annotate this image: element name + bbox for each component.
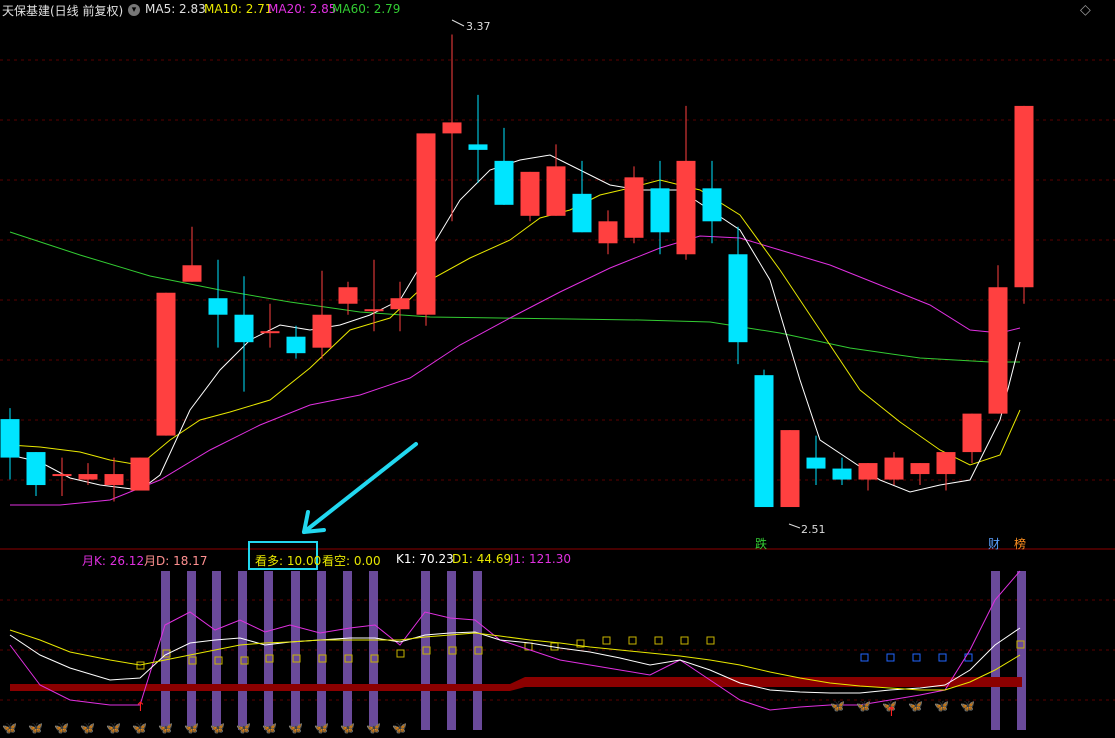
candle-body	[910, 463, 930, 475]
candle-body	[0, 419, 20, 458]
high-price-label: 3.37	[466, 20, 491, 33]
candle-body	[884, 457, 904, 480]
kankong-label: 看空: 0.00	[322, 554, 381, 568]
cai-tag[interactable]: 财	[988, 535, 1000, 552]
candle-body	[988, 287, 1008, 414]
candle-body	[572, 193, 592, 233]
k1-label: K1: 70.23	[396, 552, 454, 566]
blue-squares	[860, 653, 973, 662]
candle-body	[754, 375, 774, 508]
svg-text:🦋: 🦋	[54, 721, 69, 735]
candle-body	[858, 463, 878, 480]
svg-text:🦋: 🦋	[288, 721, 303, 735]
svg-text:🦋: 🦋	[960, 699, 975, 713]
kline-chart[interactable]: 3.37 2.51 🦋 🦋 🦋 🦋 🦋 🦋 🦋 🦋 🦋 🦋 🦋 🦋 🦋 🦋 🦋 …	[0, 0, 1115, 738]
kanduo-label: 看多: 10.00	[255, 554, 322, 568]
candle-body	[26, 452, 46, 486]
candle-body	[702, 188, 722, 222]
candle-body	[104, 474, 124, 486]
candle-body	[806, 457, 826, 469]
svg-text:🦋: 🦋	[28, 721, 43, 735]
svg-text:🦋: 🦋	[2, 721, 17, 735]
svg-text:↑: ↑	[135, 700, 146, 715]
annotation-arrow	[302, 442, 418, 534]
candle-body	[338, 287, 358, 304]
candle-body	[936, 452, 956, 475]
candle-body	[130, 457, 150, 491]
low-pointer	[788, 523, 801, 529]
candle-body	[598, 221, 618, 244]
candle-body	[962, 413, 982, 453]
bang-tag[interactable]: 榜	[1014, 535, 1026, 552]
candle-body	[390, 298, 410, 310]
candle-body	[52, 474, 72, 477]
red-up-arrows: ↑ ↑	[135, 700, 897, 720]
candle-body	[208, 298, 228, 315]
candle-body	[494, 160, 514, 205]
yue-k-label: 月K: 26.12	[82, 554, 145, 568]
candle-body	[780, 430, 800, 508]
candle-body	[234, 314, 254, 343]
svg-text:🦋: 🦋	[392, 721, 407, 735]
butterfly-icons: 🦋 🦋 🦋 🦋 🦋 🦋 🦋 🦋 🦋 🦋 🦋 🦋 🦋 🦋 🦋 🦋 🦋 🦋 🦋 🦋 …	[2, 699, 975, 735]
candle-body	[78, 474, 98, 480]
candle-body	[1014, 105, 1034, 288]
candle-body	[546, 166, 566, 216]
svg-text:🦋: 🦋	[856, 699, 871, 713]
svg-text:🦋: 🦋	[366, 721, 381, 735]
candle-body	[442, 122, 462, 134]
svg-text:🦋: 🦋	[262, 721, 277, 735]
svg-text:🦋: 🦋	[80, 721, 95, 735]
candle-body	[624, 177, 644, 238]
candle-body	[312, 314, 332, 348]
svg-text:↑: ↑	[886, 705, 897, 720]
die-tag[interactable]: 跌	[755, 535, 767, 552]
svg-text:🦋: 🦋	[314, 721, 329, 735]
d1-label: D1: 44.69	[452, 552, 512, 566]
candle-body	[260, 331, 280, 334]
candle-body	[650, 188, 670, 233]
candle-body	[468, 144, 488, 150]
yue-d-label: 月D: 18.17	[144, 554, 208, 568]
svg-text:🦋: 🦋	[132, 721, 147, 735]
candle-body	[364, 309, 384, 312]
candlesticks	[0, 34, 1034, 508]
svg-text:🦋: 🦋	[236, 721, 251, 735]
svg-text:🦋: 🦋	[210, 721, 225, 735]
candle-body	[676, 160, 696, 255]
svg-text:🦋: 🦋	[934, 699, 949, 713]
candle-body	[182, 265, 202, 282]
candle-body	[286, 336, 306, 354]
candle-body	[156, 292, 176, 436]
svg-text:🦋: 🦋	[184, 721, 199, 735]
candle-body	[832, 468, 852, 480]
svg-text:🦋: 🦋	[830, 699, 845, 713]
svg-text:🦋: 🦋	[158, 721, 173, 735]
svg-text:🦋: 🦋	[908, 699, 923, 713]
candle-body	[520, 171, 540, 216]
svg-text:🦋: 🦋	[340, 721, 355, 735]
indicator-panel: 🦋 🦋 🦋 🦋 🦋 🦋 🦋 🦋 🦋 🦋 🦋 🦋 🦋 🦋 🦋 🦋 🦋 🦋 🦋 🦋 …	[2, 570, 1026, 735]
high-pointer	[451, 19, 465, 27]
candle-body	[728, 254, 748, 343]
svg-text:🦋: 🦋	[106, 721, 121, 735]
j1-label: J1: 121.30	[510, 552, 572, 566]
low-price-label: 2.51	[801, 523, 826, 536]
candle-body	[416, 133, 436, 315]
